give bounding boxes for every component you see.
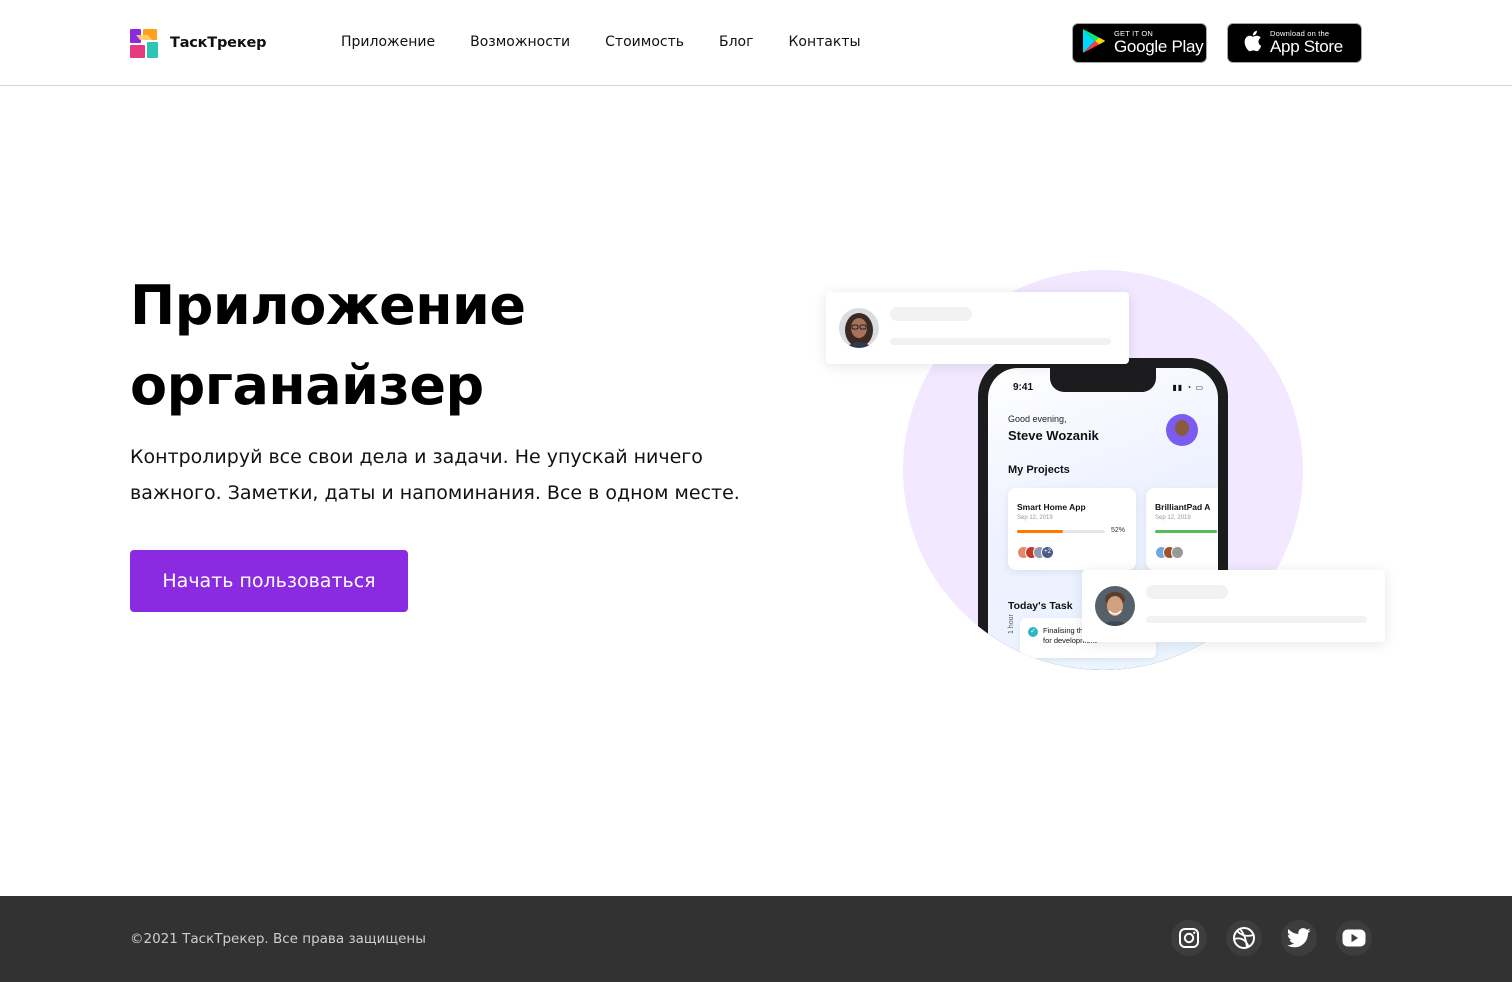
site-footer: ©2021 ТаскТрекер. Все права защищены	[0, 896, 1512, 982]
project-members	[1155, 546, 1184, 559]
phone-avatar	[1166, 414, 1198, 446]
task-hour: 1 hour	[1008, 614, 1015, 634]
app-store-button[interactable]: Download on the App Store	[1227, 23, 1362, 63]
logo[interactable]: ТаскТрекер	[130, 28, 266, 58]
hero-title-line2: органайзер	[130, 354, 484, 417]
project-card: BrilliantPad A Sep 12, 2019	[1146, 488, 1218, 570]
project-date: Sep 12, 2019	[1017, 515, 1053, 521]
start-button[interactable]: Начать пользоваться	[130, 550, 408, 612]
twitter-icon[interactable]	[1281, 920, 1317, 956]
project-title: Smart Home App	[1017, 502, 1086, 512]
youtube-icon[interactable]	[1336, 920, 1372, 956]
skeleton-line	[1146, 585, 1228, 599]
nav-features[interactable]: Возможности	[470, 34, 570, 50]
project-members: +2	[1017, 546, 1054, 559]
project-progress	[1155, 530, 1218, 533]
google-play-button[interactable]: GET IT ON Google Play	[1072, 23, 1207, 63]
check-icon: ✓	[1028, 627, 1038, 637]
brand-name: ТаскТрекер	[170, 35, 267, 51]
status-icons: ▮▮ ◔ ▭	[1172, 383, 1204, 392]
main-nav: Приложение Возможности Стоимость Блог Ко…	[341, 34, 896, 50]
phone-user-name: Steve Wozanik	[1008, 428, 1099, 443]
phone-time: 9:41	[1013, 382, 1034, 393]
avatar-man	[1095, 586, 1135, 626]
instagram-icon[interactable]	[1171, 920, 1207, 956]
google-play-icon	[1082, 28, 1106, 59]
hero-title-line1: Приложение	[130, 274, 526, 337]
app-store-big: App Store	[1270, 37, 1343, 56]
project-progress-label: 52%	[1110, 527, 1125, 534]
phone-greeting: Good evening,	[1008, 414, 1067, 424]
projects-title: My Projects	[1008, 464, 1070, 476]
hero-subtitle: Контролируй все свои дела и задачи. Не у…	[130, 446, 740, 504]
project-title: BrilliantPad A	[1155, 502, 1211, 512]
dribbble-icon[interactable]	[1226, 920, 1262, 956]
hero-title: Приложение органайзер	[130, 266, 770, 426]
avatar-woman	[839, 308, 879, 348]
apple-icon	[1242, 29, 1262, 58]
members-extra: +2	[1041, 546, 1054, 559]
copyright: ©2021 ТаскТрекер. Все права защищены	[130, 931, 426, 947]
site-header: ТаскТрекер Приложение Возможности Стоимо…	[0, 0, 1512, 86]
floating-card-top	[826, 292, 1129, 364]
logo-icon	[130, 28, 158, 58]
nav-app[interactable]: Приложение	[341, 34, 435, 50]
nav-contacts[interactable]: Контакты	[788, 34, 860, 50]
project-progress	[1017, 530, 1105, 533]
today-title: Today's Task	[1008, 600, 1073, 612]
project-date: Sep 12, 2019	[1155, 515, 1191, 521]
nav-blog[interactable]: Блог	[719, 34, 753, 50]
skeleton-line	[890, 307, 972, 321]
phone-notch	[1050, 368, 1156, 392]
google-play-big: Google Play	[1114, 37, 1204, 56]
project-card: Smart Home App Sep 12, 2019 52% +2	[1008, 488, 1136, 570]
skeleton-line	[1146, 616, 1367, 623]
skeleton-line	[890, 338, 1111, 345]
floating-card-bottom	[1082, 570, 1385, 642]
nav-pricing[interactable]: Стоимость	[605, 34, 684, 50]
